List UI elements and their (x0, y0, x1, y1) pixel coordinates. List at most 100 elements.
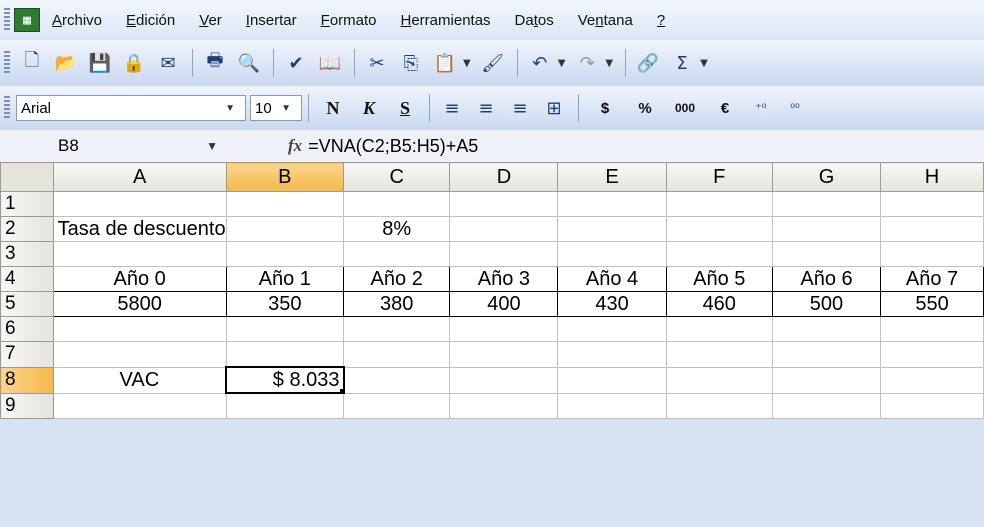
cell[interactable] (665, 191, 773, 217)
excel-document-icon[interactable]: ▦ (14, 8, 40, 32)
cell[interactable] (52, 316, 227, 342)
thousands-button[interactable]: 000 (665, 101, 705, 115)
spelling-icon[interactable]: ✔ (280, 47, 312, 79)
cell[interactable] (449, 191, 559, 217)
row-header-2[interactable]: 2 (0, 216, 54, 242)
cell[interactable] (771, 366, 882, 394)
cell[interactable] (225, 341, 345, 368)
menu-ventana[interactable]: Ventana (578, 12, 633, 29)
select-all-corner[interactable] (0, 162, 54, 192)
cell-h5[interactable]: 550 (880, 291, 984, 317)
cell[interactable] (771, 191, 882, 217)
cell[interactable] (557, 216, 667, 242)
cell[interactable] (225, 392, 345, 419)
email-icon[interactable]: ✉ (152, 47, 184, 79)
increase-decimal-icon[interactable]: ⁺⁰ (745, 92, 777, 124)
print-icon[interactable]: 🖶 (199, 47, 231, 79)
cell-c4[interactable]: Año 2 (342, 266, 451, 292)
cell[interactable] (449, 341, 559, 368)
cell[interactable] (771, 216, 882, 242)
row-header-5[interactable]: 5 (0, 291, 54, 317)
cell[interactable] (665, 341, 773, 368)
chevron-down-icon[interactable]: ▼ (206, 139, 218, 153)
redo-icon[interactable]: ↷ (571, 47, 603, 79)
cell[interactable] (342, 316, 451, 342)
cell[interactable] (880, 316, 984, 342)
formula-input[interactable]: =VNA(C2;B5:H5)+A5 (308, 136, 478, 157)
cell-f4[interactable]: Año 5 (665, 266, 773, 292)
cell-d4[interactable]: Año 3 (449, 266, 559, 292)
currency-button[interactable]: $ (585, 100, 625, 117)
italic-button[interactable]: K (351, 98, 387, 119)
cell-g4[interactable]: Año 6 (771, 266, 882, 292)
fill-handle[interactable] (338, 388, 342, 391)
bold-button[interactable]: N (315, 98, 351, 119)
cell[interactable] (665, 241, 773, 267)
cell[interactable] (342, 241, 451, 267)
cell-c2[interactable]: 8% (342, 216, 451, 242)
cell[interactable] (665, 216, 773, 242)
print-preview-icon[interactable]: 🔍 (233, 47, 265, 79)
column-header-e[interactable]: E (557, 162, 667, 192)
menu-archivo[interactable]: Archivo (52, 12, 102, 29)
cell[interactable] (880, 191, 984, 217)
copy-icon[interactable]: ⎘ (395, 47, 427, 79)
row-header-8[interactable]: 8 (0, 366, 54, 394)
cell[interactable] (880, 392, 984, 419)
cell[interactable] (771, 241, 882, 267)
column-header-f[interactable]: F (665, 162, 773, 192)
cell[interactable] (52, 341, 227, 368)
percent-button[interactable]: % (625, 100, 665, 117)
cell[interactable] (557, 191, 667, 217)
underline-button[interactable]: S (387, 98, 423, 119)
decrease-decimal-icon[interactable]: ⁰⁰ (779, 92, 811, 124)
cell[interactable] (225, 316, 345, 342)
row-header-1[interactable]: 1 (0, 191, 54, 217)
column-header-d[interactable]: D (449, 162, 559, 192)
save-icon[interactable]: 💾 (84, 47, 116, 79)
cell-g5[interactable]: 500 (771, 291, 882, 317)
column-header-h[interactable]: H (880, 162, 984, 192)
cell[interactable] (342, 392, 451, 419)
menu-ver[interactable]: Ver (199, 12, 222, 29)
column-header-a[interactable]: A (52, 162, 227, 192)
cell[interactable] (342, 366, 451, 394)
menu-datos[interactable]: Datos (515, 12, 554, 29)
cell[interactable] (771, 392, 882, 419)
cell[interactable] (880, 216, 984, 242)
permission-icon[interactable]: 🔒 (118, 47, 150, 79)
cell[interactable] (52, 191, 227, 217)
name-box[interactable]: B8 ▼ (58, 133, 258, 159)
cell-a8[interactable]: VAC (52, 366, 227, 394)
research-icon[interactable]: 📖 (314, 47, 346, 79)
cell[interactable] (880, 341, 984, 368)
format-painter-icon[interactable]: 🖌 (477, 47, 509, 79)
autosum-icon[interactable]: Σ (666, 47, 698, 79)
menu-herramientas[interactable]: Herramientas (401, 12, 491, 29)
cut-icon[interactable]: ✂ (361, 47, 393, 79)
new-document-icon[interactable]: 🗋 (16, 47, 48, 79)
cell[interactable] (557, 316, 667, 342)
cell[interactable] (449, 316, 559, 342)
toolbar-grip[interactable] (4, 51, 10, 75)
row-header-3[interactable]: 3 (0, 241, 54, 267)
cell-b4[interactable]: Año 1 (225, 266, 345, 292)
paste-icon[interactable]: 📋 (429, 47, 461, 79)
cell[interactable] (880, 366, 984, 394)
row-header-4[interactable]: 4 (0, 266, 54, 292)
cell-d5[interactable]: 400 (449, 291, 559, 317)
hyperlink-icon[interactable]: 🔗 (632, 47, 664, 79)
cell[interactable] (880, 241, 984, 267)
column-header-g[interactable]: G (771, 162, 882, 192)
column-header-b[interactable]: B (225, 162, 345, 192)
paste-dropdown-icon[interactable]: ▼ (463, 58, 471, 69)
cell[interactable] (225, 216, 345, 242)
cell[interactable] (557, 366, 667, 394)
cell[interactable] (52, 392, 227, 419)
cell-h4[interactable]: Año 7 (880, 266, 984, 292)
row-header-9[interactable]: 9 (0, 392, 54, 419)
cell[interactable] (52, 241, 227, 267)
align-right-icon[interactable]: ≡ (504, 92, 536, 124)
cell[interactable] (557, 241, 667, 267)
cell[interactable] (225, 241, 345, 267)
